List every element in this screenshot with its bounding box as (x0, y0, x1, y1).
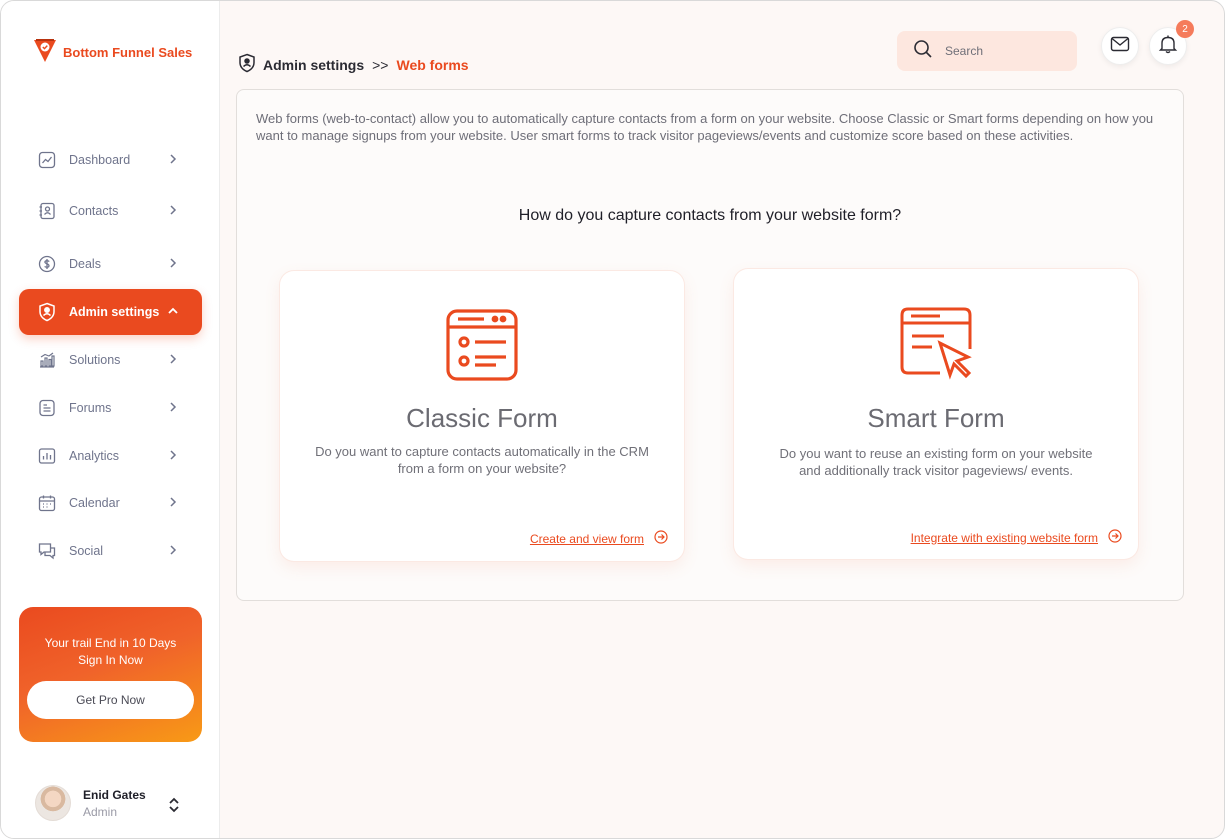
get-pro-button[interactable]: Get Pro Now (27, 681, 194, 719)
link-label: Integrate with existing website form (910, 530, 1098, 545)
shield-user-icon (37, 302, 57, 322)
promo-text: Your trail End in 10 Days Sign In Now (19, 635, 202, 669)
chevron-right-icon (170, 497, 177, 507)
mail-icon (1110, 36, 1130, 57)
user-name: Enid Gates (83, 787, 146, 802)
breadcrumb-current: Web forms (396, 56, 469, 73)
chevron-right-icon (170, 354, 177, 364)
sidebar-item-admin-settings[interactable]: Admin settings (19, 289, 202, 335)
brand-logo-icon (33, 37, 57, 68)
sidebar: Bottom Funnel Sales Dashboard Contacts D… (1, 1, 220, 838)
sidebar-item-label: Contacts (69, 204, 119, 218)
link-label: Create and view form (529, 531, 644, 546)
option-description: Do you want to reuse an existing form on… (779, 446, 1093, 478)
create-view-form-link[interactable]: Create and view form (530, 530, 668, 547)
calendar-icon (37, 493, 57, 513)
smart-form-option[interactable]: Smart Form Do you want to reuse an exist… (734, 269, 1138, 559)
bell-icon (1158, 34, 1178, 59)
sidebar-item-contacts[interactable]: Contacts (19, 188, 202, 234)
contacts-book-icon (37, 201, 57, 221)
main-content: Admin settings >> Web forms 2 Web forms … (220, 1, 1224, 838)
user-profile[interactable]: Enid Gates Admin (35, 785, 146, 821)
sidebar-item-label: Calendar (69, 496, 120, 510)
notifications-button[interactable]: 2 (1149, 20, 1194, 65)
sidebar-item-analytics[interactable]: Analytics (19, 433, 202, 479)
option-description: Do you want to capture contacts automati… (315, 444, 649, 476)
analytics-icon (37, 446, 57, 466)
chevron-right-icon (170, 258, 177, 268)
brand[interactable]: Bottom Funnel Sales (33, 37, 192, 68)
sidebar-item-calendar[interactable]: Calendar (19, 480, 202, 526)
chevron-right-icon (170, 450, 177, 460)
shield-user-icon (237, 53, 257, 76)
promo-line-2: Sign In Now (78, 653, 143, 667)
chevron-up-down-icon[interactable] (166, 795, 182, 815)
sidebar-item-social[interactable]: Social (19, 528, 202, 574)
browser-cursor-icon (896, 303, 976, 383)
classic-form-option[interactable]: Classic Form Do you want to capture cont… (280, 271, 684, 561)
intro-text: Web forms (web-to-contact) allow you to … (256, 111, 1154, 143)
option-title: Smart Form (867, 403, 1005, 433)
sidebar-item-label: Analytics (69, 449, 120, 463)
upgrade-promo-card: Your trail End in 10 Days Sign In Now Ge… (19, 607, 202, 742)
option-title: Classic Form (406, 403, 558, 433)
app-window: Bottom Funnel Sales Dashboard Contacts D… (0, 0, 1225, 839)
sidebar-item-dashboard[interactable]: Dashboard (19, 137, 202, 183)
chart-line-icon (37, 150, 57, 170)
brand-name: Bottom Funnel Sales (63, 45, 193, 60)
bar-chart-icon (37, 350, 57, 370)
search-input[interactable] (945, 44, 1065, 58)
sidebar-item-label: Social (69, 544, 104, 558)
chevron-right-icon (170, 545, 177, 555)
notification-badge: 2 (1176, 20, 1194, 38)
sidebar-item-deals[interactable]: Deals (19, 241, 202, 287)
breadcrumb-parent[interactable]: Admin settings (263, 57, 364, 73)
sidebar-item-label: Deals (69, 257, 101, 271)
avatar (35, 785, 71, 821)
user-role: Admin (83, 804, 118, 819)
chevron-right-icon (170, 402, 177, 412)
chevron-right-icon (170, 154, 177, 164)
breadcrumb-separator: >> (372, 56, 389, 73)
promo-line-1: Your trail End in 10 Days (44, 636, 177, 650)
chevron-up-icon (168, 307, 178, 314)
mail-button[interactable] (1101, 27, 1139, 65)
dollar-circle-icon (37, 254, 57, 274)
arrow-circle-icon (654, 530, 668, 547)
search-icon (913, 39, 933, 64)
sidebar-item-forums[interactable]: Forums (19, 385, 202, 431)
sidebar-item-label: Solutions (69, 353, 121, 367)
search-box[interactable] (897, 31, 1077, 71)
form-list-icon (442, 305, 522, 385)
chat-bubbles-icon (37, 541, 57, 561)
arrow-circle-icon (1108, 529, 1122, 546)
integrate-existing-form-link[interactable]: Integrate with existing website form (911, 529, 1122, 546)
breadcrumb: Admin settings >> Web forms (237, 53, 469, 76)
question-heading: How do you capture contacts from your we… (518, 207, 902, 224)
sidebar-item-label: Forums (69, 401, 112, 415)
web-forms-panel: Web forms (web-to-contact) allow you to … (236, 89, 1184, 601)
sidebar-item-solutions[interactable]: Solutions (19, 337, 202, 383)
sidebar-item-label: Dashboard (69, 153, 131, 167)
sidebar-item-label: Admin settings (69, 305, 160, 319)
document-icon (37, 398, 57, 418)
chevron-right-icon (170, 205, 177, 215)
